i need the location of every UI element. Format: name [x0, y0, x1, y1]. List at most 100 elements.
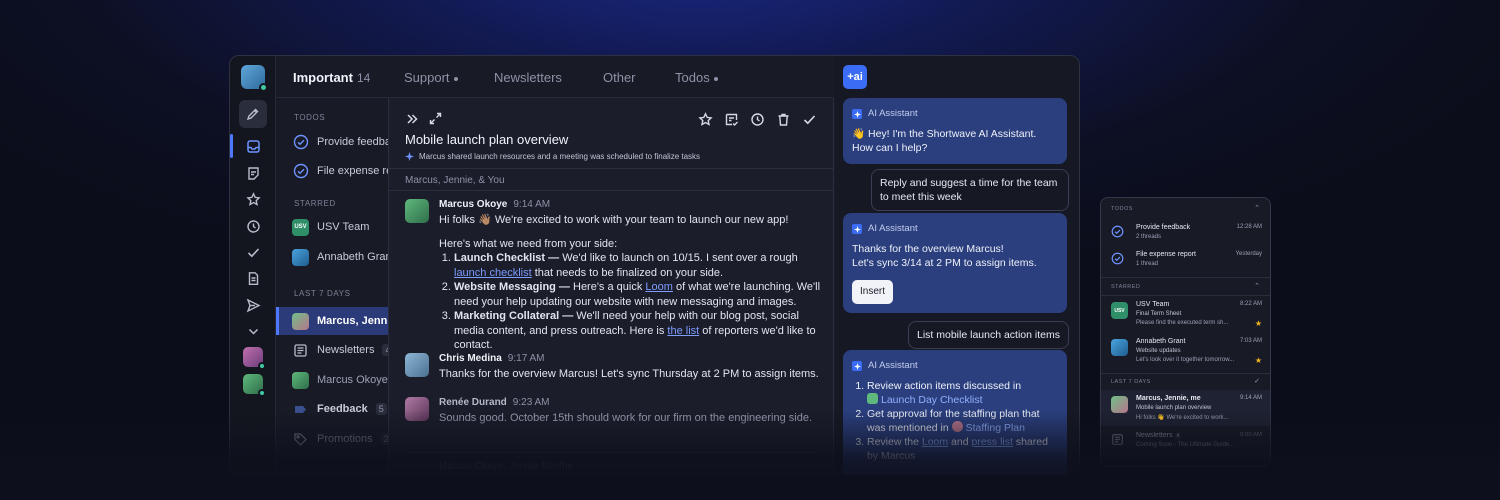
- inbox-nav-button[interactable]: [230, 134, 265, 158]
- message: Renée Durand 9:23 AM Sounds good. October…: [405, 397, 825, 426]
- send-icon: [246, 298, 261, 312]
- list-item-starred[interactable]: Annabeth Grant Website updates Let's loo…: [1111, 338, 1262, 368]
- expand-icon: [429, 112, 442, 125]
- list-item-promotions[interactable]: Promotions 2: [292, 429, 392, 449]
- contact-avatar: [292, 371, 309, 389]
- list-item-todo[interactable]: Provide feedback 2 threads 12:28 AM: [1111, 224, 1262, 246]
- expand-button[interactable]: [429, 112, 442, 130]
- star-icon[interactable]: ★: [1255, 319, 1262, 328]
- chevron-up-icon[interactable]: ⌃: [1254, 204, 1260, 212]
- action-item: Get approval for the staffing plan that …: [867, 407, 1058, 435]
- tab-important[interactable]: Important 14: [293, 70, 370, 85]
- list-item-selected[interactable]: Marcus, Jennie, me: [276, 307, 419, 335]
- section-header-todos: TODOS: [294, 113, 326, 122]
- item-time: Yesterday: [1235, 251, 1262, 257]
- divider: [1101, 373, 1270, 374]
- check-circle-icon: [1111, 252, 1125, 266]
- launch-day-checklist-link[interactable]: Launch Day Checklist: [867, 393, 983, 406]
- request-list: Launch Checklist — We'd like to launch o…: [439, 251, 825, 353]
- done-nav-button[interactable]: [241, 240, 265, 264]
- ai-text: 👋 Hey! I'm the Shortwave AI Assistant.: [852, 128, 1037, 140]
- insert-button[interactable]: Insert: [852, 280, 894, 304]
- ai-message-header: AI Assistant: [852, 107, 1058, 121]
- ai-logo[interactable]: +ai: [843, 65, 867, 89]
- contact-avatar[interactable]: [243, 347, 266, 370]
- the-list-link[interactable]: the list: [667, 325, 699, 337]
- pencil-icon: [246, 108, 259, 121]
- action-item: Review action items discussed in Launch D…: [867, 379, 1058, 407]
- list-item-label: USV Team: [317, 221, 370, 233]
- more-nav-button[interactable]: [241, 319, 265, 343]
- compose-button[interactable]: [239, 100, 267, 128]
- item-title-text: Newsletters: [1136, 432, 1173, 439]
- link-label: Launch Day Checklist: [881, 394, 983, 406]
- collapse-button[interactable]: [405, 112, 419, 131]
- participants: Marcus, Jennie, & You: [389, 168, 833, 191]
- notes-nav-button[interactable]: [241, 161, 265, 185]
- chevron-up-icon[interactable]: ⌃: [1254, 282, 1260, 290]
- tab-todos[interactable]: Todos: [675, 70, 718, 85]
- ai-message-header: AI Assistant: [852, 359, 1058, 373]
- ai-text: Let's sync 3/14 at 2 PM to assign items.: [852, 257, 1037, 269]
- delete-button[interactable]: [776, 112, 791, 132]
- add-todo-button[interactable]: [724, 112, 739, 132]
- item-time: 12:28 AM: [1236, 224, 1262, 230]
- newspaper-icon: [1111, 433, 1125, 447]
- loom-link[interactable]: Loom: [645, 281, 673, 293]
- star-icon[interactable]: ★: [1255, 356, 1262, 365]
- ai-text: How can I help?: [852, 142, 928, 154]
- ai-assistant-label: AI Assistant: [868, 223, 918, 234]
- item-title: Marketing Collateral —: [454, 310, 574, 322]
- snooze-button[interactable]: [750, 112, 765, 132]
- list-item-starred[interactable]: USV USV Team Final Term Sheet Please fin…: [1111, 301, 1262, 331]
- staffing-plan-link[interactable]: Staffing Plan: [951, 421, 1025, 434]
- tab-newsletters[interactable]: Newsletters: [494, 70, 562, 85]
- checkmark-icon: [803, 115, 816, 125]
- launch-checklist-link[interactable]: launch checklist: [454, 267, 532, 279]
- doc-avatar: [867, 393, 878, 404]
- sent-nav-button[interactable]: [241, 293, 265, 317]
- item-subtitle: Final Term Sheet: [1136, 311, 1182, 317]
- user-prompt: Reply and suggest a time for the team to…: [871, 169, 1069, 211]
- tab-support[interactable]: Support: [404, 70, 458, 85]
- section-header-last7: LAST 7 DAYS: [294, 289, 351, 298]
- chevron-down-icon: [248, 328, 258, 335]
- star-button[interactable]: [698, 112, 713, 132]
- mark-done-icon[interactable]: ✓: [1254, 377, 1260, 385]
- message-header: Marcus Okoye 9:14 AM: [439, 199, 825, 210]
- sender-avatar: [405, 199, 429, 223]
- tab-other[interactable]: Other: [603, 70, 636, 85]
- drafts-nav-button[interactable]: [241, 266, 265, 290]
- list-item-todo[interactable]: File expense report 1 thread Yesterday: [1111, 251, 1262, 273]
- list-item-todo[interactable]: Provide feedback: [292, 132, 402, 152]
- ai-message-header: AI Assistant: [852, 222, 1058, 236]
- action-item: Review the Loom and press list shared by…: [867, 435, 1058, 463]
- thread-list: TODOS Provide feedback File expense repo…: [276, 98, 419, 474]
- loom-link[interactable]: Loom: [922, 436, 948, 448]
- item-subtitle: 1 thread: [1136, 261, 1159, 267]
- action-item-text: Review the: [867, 436, 922, 448]
- group-avatar: [292, 312, 309, 330]
- list-item-newsletters[interactable]: Newsletters 4 Coming Soon - The Ultimate…: [1111, 432, 1262, 454]
- message: Chris Medina 9:17 AM Thanks for the overv…: [405, 353, 825, 382]
- item-subtitle: Website updates: [1136, 348, 1181, 354]
- mark-done-button[interactable]: [802, 112, 817, 132]
- double-chevron-right-icon: [407, 114, 418, 124]
- count-badge: 5: [375, 403, 387, 415]
- list-item-starred[interactable]: USV USV Team: [292, 217, 369, 237]
- list-item-thread[interactable]: Marcus Okoye: [292, 370, 388, 390]
- tab-count: 14: [356, 71, 371, 85]
- item-title: Provide feedback: [1136, 224, 1191, 231]
- account-avatar[interactable]: [241, 65, 268, 92]
- list-item-newsletters[interactable]: Newsletters 4: [292, 340, 394, 360]
- item-title: USV Team: [1136, 301, 1170, 308]
- list-item-label-feedback[interactable]: Feedback 5: [292, 399, 387, 419]
- snoozed-nav-button[interactable]: [241, 214, 265, 238]
- check-circle-icon: [292, 134, 309, 151]
- list-item-starred[interactable]: Annabeth Grant: [292, 247, 395, 267]
- list-item-thread[interactable]: Marcus, Jennie, me Mobile launch plan ov…: [1111, 395, 1262, 425]
- star-icon: [698, 112, 713, 126]
- contact-avatar[interactable]: [243, 374, 266, 397]
- press-list-link[interactable]: press list: [971, 436, 1012, 448]
- starred-nav-button[interactable]: [241, 187, 265, 211]
